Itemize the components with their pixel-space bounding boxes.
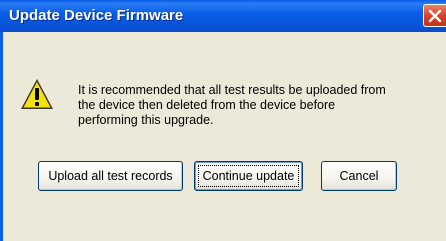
message-line: the device then deleted from the device …: [78, 98, 336, 112]
warning-message: It is recommended that all test results …: [78, 83, 418, 128]
window-title: Update Device Firmware: [9, 7, 184, 24]
close-icon: [428, 9, 442, 23]
message-line: It is recommended that all test results …: [78, 83, 386, 97]
dialog-body: [0, 32, 446, 241]
continue-update-button[interactable]: Continue update: [194, 161, 303, 191]
cancel-button[interactable]: Cancel: [321, 161, 397, 191]
focus-rectangle: [198, 165, 299, 187]
message-line: performing this upgrade.: [78, 113, 214, 127]
upload-all-test-records-button[interactable]: Upload all test records: [38, 161, 183, 191]
close-button[interactable]: [423, 4, 446, 27]
title-bar[interactable]: Update Device Firmware: [0, 0, 446, 32]
warning-icon: [19, 77, 55, 118]
